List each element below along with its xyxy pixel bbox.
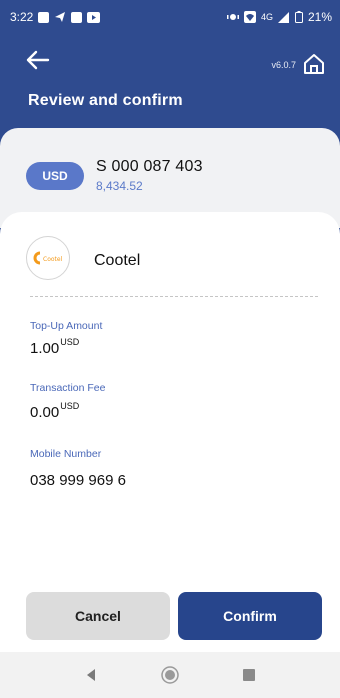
fee-amount: 0.00 — [30, 404, 60, 421]
account-balance: 8,434.52 — [96, 179, 143, 193]
header: v6.0.7 Review and confirm — [0, 34, 340, 130]
currency-badge: USD — [26, 162, 84, 190]
status-bar: 3:22 4G 21% — [0, 0, 340, 34]
square-recents-icon — [242, 669, 255, 681]
app-version: v6.0.7 — [271, 60, 296, 70]
system-nav-bar — [0, 652, 340, 698]
nav-back-button[interactable] — [77, 661, 105, 689]
provider-name: Cootel — [94, 252, 141, 269]
network-label: 4G — [260, 12, 273, 22]
logo-text: Cootel — [43, 256, 63, 263]
battery-icon — [294, 11, 303, 23]
status-left: 3:22 — [10, 10, 101, 24]
status-right: 4G 21% — [226, 10, 332, 24]
nav-recents-button[interactable] — [235, 661, 263, 689]
topup-amount-value: 1.00USD — [30, 337, 80, 357]
triangle-back-icon — [87, 669, 96, 681]
topup-unit: USD — [60, 337, 80, 347]
divider — [30, 296, 318, 297]
home-icon[interactable] — [302, 52, 326, 76]
confirm-button[interactable]: Confirm — [178, 592, 322, 640]
circle-home-icon — [161, 666, 179, 684]
provider-logo: Cootel — [26, 236, 70, 280]
confirmation-sheet: Cootel Cootel Top-Up Amount 1.00USD Tran… — [0, 212, 340, 652]
mobile-number-value: 038 999 969 6 — [30, 472, 126, 489]
back-arrow-icon[interactable] — [24, 46, 52, 74]
cancel-button[interactable]: Cancel — [26, 592, 170, 640]
battery-label: 21% — [307, 10, 332, 24]
nav-home-button[interactable] — [156, 661, 184, 689]
status-time: 3:22 — [10, 10, 34, 24]
gallery-icon — [38, 11, 50, 23]
transaction-fee-value: 0.00USD — [30, 401, 80, 421]
app-icon — [71, 11, 83, 23]
vibrate-icon — [226, 14, 239, 20]
fee-unit: USD — [60, 401, 80, 411]
mobile-number-label: Mobile Number — [30, 448, 102, 460]
topup-amount: 1.00 — [30, 340, 60, 357]
wifi-icon — [243, 11, 256, 23]
page-title: Review and confirm — [28, 92, 183, 109]
account-number: S 000 087 403 — [96, 158, 203, 175]
signal-icon — [277, 11, 289, 23]
transaction-fee-label: Transaction Fee — [30, 382, 106, 394]
youtube-icon — [87, 11, 101, 23]
topup-amount-label: Top-Up Amount — [30, 320, 103, 332]
telegram-icon — [55, 12, 66, 22]
cootel-logo-icon: Cootel — [33, 251, 63, 265]
